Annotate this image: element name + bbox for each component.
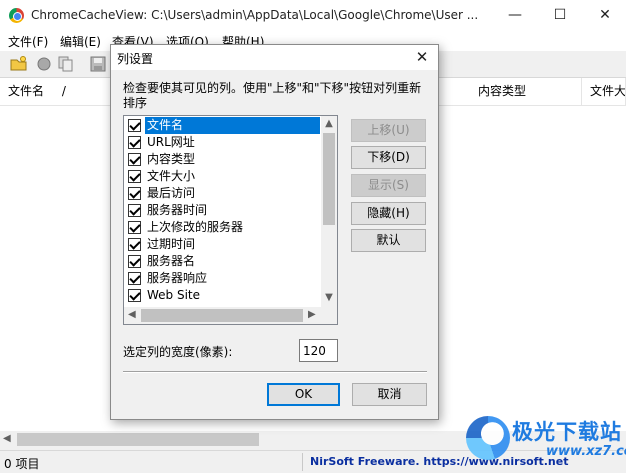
sort-indicator-icon: / <box>61 84 66 98</box>
hide-button[interactable]: 隐藏(H) <box>351 202 426 225</box>
listbox-scroll-left-icon[interactable]: ◀ <box>128 309 136 320</box>
column-list-item-label: 最后访问 <box>147 186 196 200</box>
column-list-item[interactable]: 服务器响应 <box>124 270 320 287</box>
dialog-title-bar: 列设置 ✕ <box>111 45 438 70</box>
checkbox-checked-icon[interactable] <box>128 272 141 285</box>
column-list-item-label: URL网址 <box>147 135 195 149</box>
title-bar: ChromeCacheView: C:\Users\admin\AppData\… <box>0 0 626 31</box>
scrollbar-thumb[interactable] <box>17 433 259 446</box>
checkbox-checked-icon[interactable] <box>128 119 141 132</box>
move-up-button[interactable]: 上移(U) <box>351 119 426 142</box>
dialog-description: 检查要使其可见的列。使用"上移"和"下移"按钮对列重新排序 <box>123 81 422 110</box>
save-icon[interactable] <box>89 55 107 73</box>
dialog-title: 列设置 <box>117 52 154 66</box>
column-list-item[interactable]: 上次修改的服务器 <box>124 219 320 236</box>
column-list-item[interactable]: 服务器时间 <box>124 202 320 219</box>
column-listbox[interactable]: Web Site 服务器响应 服务器名 过期时间 上次修改的服务器 服务器时间 最后访问 文件… <box>123 115 338 325</box>
column-settings-dialog: 列设置 ✕ 检查要使其可见的列。使用"上移"和"下移"按钮对列重新排序 Web … <box>110 44 439 420</box>
column-list-item-label: 上次修改的服务器 <box>147 220 244 234</box>
watermark: 极光下载站 www.xz7.com <box>466 414 626 466</box>
cancel-button[interactable]: 取消 <box>352 383 427 406</box>
chrome-app-icon <box>9 8 24 23</box>
column-header-file-size[interactable]: 文件大 <box>582 78 626 105</box>
listbox-vertical-scrollbar[interactable]: ▲ ▼ <box>321 116 337 307</box>
checkbox-checked-icon[interactable] <box>128 170 141 183</box>
column-header-content-type[interactable]: 内容类型 <box>470 78 582 105</box>
column-width-label: 选定列的宽度(像素): <box>123 345 233 359</box>
checkbox-checked-icon[interactable] <box>128 255 141 268</box>
close-button[interactable]: ✕ <box>584 0 626 31</box>
show-button[interactable]: 显示(S) <box>351 174 426 197</box>
column-file-name-label: 文件名 <box>8 84 45 98</box>
listbox-horizontal-scrollbar[interactable]: ◀ ▶ <box>124 307 321 324</box>
window-title: ChromeCacheView: C:\Users\admin\AppData\… <box>31 8 479 22</box>
scroll-up-icon[interactable]: ▲ <box>324 118 334 129</box>
listbox-hscroll-thumb[interactable] <box>141 309 303 322</box>
watermark-url: www.xz7.com <box>546 444 626 459</box>
checkbox-checked-icon[interactable] <box>128 204 141 217</box>
move-down-button[interactable]: 下移(D) <box>351 146 426 169</box>
listbox-vscroll-thumb[interactable] <box>323 133 335 225</box>
stop-icon[interactable] <box>35 55 53 73</box>
column-width-input[interactable] <box>299 339 338 362</box>
watermark-logo-icon <box>466 416 510 460</box>
maximize-button[interactable]: ☐ <box>539 0 581 31</box>
checkbox-checked-icon[interactable] <box>128 221 141 234</box>
column-list-item[interactable]: 过期时间 <box>124 236 320 253</box>
column-list-item[interactable]: 文件大小 <box>124 168 320 185</box>
column-list-item[interactable]: URL网址 <box>124 134 320 151</box>
scrollbar-corner <box>321 307 337 324</box>
menu-edit[interactable]: 编辑(E) <box>60 33 101 50</box>
checkbox-checked-icon[interactable] <box>128 238 141 251</box>
dialog-separator <box>123 371 427 373</box>
checkbox-checked-icon[interactable] <box>128 136 141 149</box>
copy-icon[interactable] <box>57 55 75 73</box>
column-list-item-label: 文件名 <box>145 117 320 134</box>
column-list-item[interactable]: 文件名 <box>124 117 320 134</box>
column-list-item-label: 服务器时间 <box>147 203 208 217</box>
status-separator <box>302 453 303 471</box>
checkbox-checked-icon[interactable] <box>128 153 141 166</box>
column-list-item[interactable]: 内容类型 <box>124 151 320 168</box>
minimize-button[interactable]: — <box>494 0 536 31</box>
scroll-down-icon[interactable]: ▼ <box>324 292 334 303</box>
scroll-left-icon[interactable]: ◀ <box>3 433 11 444</box>
column-list-item-label: 服务器响应 <box>147 271 208 285</box>
column-list-item[interactable]: 最后访问 <box>124 185 320 202</box>
column-list-item-label: 服务器名 <box>147 254 196 268</box>
checkbox-checked-icon[interactable] <box>128 187 141 200</box>
column-list-item-label: 内容类型 <box>147 152 196 166</box>
listbox-scroll-right-icon[interactable]: ▶ <box>308 309 316 320</box>
column-list-item-label: 过期时间 <box>147 237 196 251</box>
dialog-close-button[interactable]: ✕ <box>410 46 434 68</box>
checkbox-checked-icon[interactable] <box>128 289 141 302</box>
ok-button[interactable]: OK <box>267 383 340 406</box>
column-list-item[interactable]: 服务器名 <box>124 253 320 270</box>
item-count: 0 项目 <box>4 457 40 471</box>
default-button[interactable]: 默认 <box>351 229 426 252</box>
column-header-file-name[interactable]: 文件名 / <box>0 78 120 105</box>
column-list-item-label: 文件大小 <box>147 169 196 183</box>
column-list-item-label: Web Site <box>147 288 201 302</box>
watermark-title: 极光下载站 <box>512 420 622 444</box>
column-list-item[interactable]: Web Site <box>124 287 320 304</box>
open-folder-icon[interactable] <box>10 55 28 73</box>
menu-file[interactable]: 文件(F) <box>8 33 48 50</box>
